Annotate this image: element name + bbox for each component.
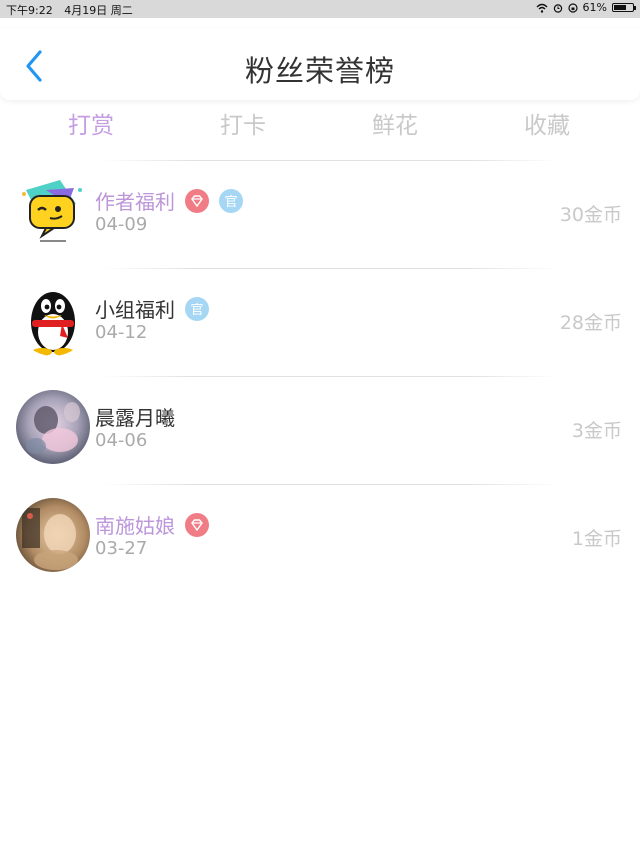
battery-icon (612, 3, 636, 12)
fan-name[interactable]: 作者福利 (95, 186, 175, 215)
emoji-wink-avatar[interactable] (16, 174, 90, 248)
photo-avatar[interactable] (16, 390, 90, 464)
fan-date: 04-09 (95, 214, 148, 235)
tab-bar: 打赏 打卡 鲜花 收藏 (0, 102, 640, 142)
divider (100, 484, 560, 485)
tab-checkin[interactable]: 打卡 (183, 106, 303, 140)
tab-reward[interactable]: 打赏 (31, 106, 151, 140)
nav-bar: 粉丝荣誉榜 (0, 28, 640, 100)
fan-date: 03-27 (95, 538, 148, 559)
list-item[interactable]: 小组福利 官 04-12 28金币 (0, 268, 640, 376)
list-item[interactable]: 晨露月曦 04-06 3金币 (0, 376, 640, 484)
list-item[interactable]: 南施姑娘 03-27 1金币 (0, 484, 640, 592)
status-time: 下午9:22 (6, 4, 53, 17)
divider (100, 268, 560, 269)
fan-list: 作者福利 官 04-09 30金币 小组福利 官 04-12 28金币 晨露月曦… (0, 160, 640, 592)
official-badge-icon: 官 (185, 296, 209, 321)
diamond-badge-icon (185, 188, 209, 213)
fan-date: 04-06 (95, 430, 148, 451)
status-date: 4月19日 周二 (64, 4, 133, 17)
divider (100, 160, 560, 161)
list-item[interactable]: 作者福利 官 04-09 30金币 (0, 160, 640, 268)
fan-date: 04-12 (95, 322, 148, 343)
wifi-icon (536, 3, 548, 13)
coin-amount: 30金币 (559, 204, 622, 226)
tab-favorites[interactable]: 收藏 (487, 106, 607, 140)
alarm-icon (553, 3, 562, 13)
fan-name[interactable]: 小组福利 (95, 294, 175, 323)
orientation-lock-icon (567, 2, 578, 13)
fan-name[interactable]: 南施姑娘 (95, 510, 175, 539)
coin-amount: 28金币 (559, 312, 622, 334)
diamond-badge-icon (185, 512, 209, 537)
divider (100, 376, 560, 377)
penguin-avatar[interactable] (16, 282, 90, 356)
status-bar: 下午9:22 4月19日 周二 61% (0, 0, 640, 18)
fan-name[interactable]: 晨露月曦 (95, 402, 175, 431)
coin-amount: 1金币 (571, 528, 622, 550)
photo-avatar[interactable] (16, 498, 90, 572)
page-title: 粉丝荣誉榜 (244, 54, 395, 88)
tab-flowers[interactable]: 鲜花 (335, 106, 455, 140)
battery-percent: 61% (582, 1, 607, 14)
coin-amount: 3金币 (571, 420, 622, 442)
official-badge-icon: 官 (219, 188, 243, 213)
